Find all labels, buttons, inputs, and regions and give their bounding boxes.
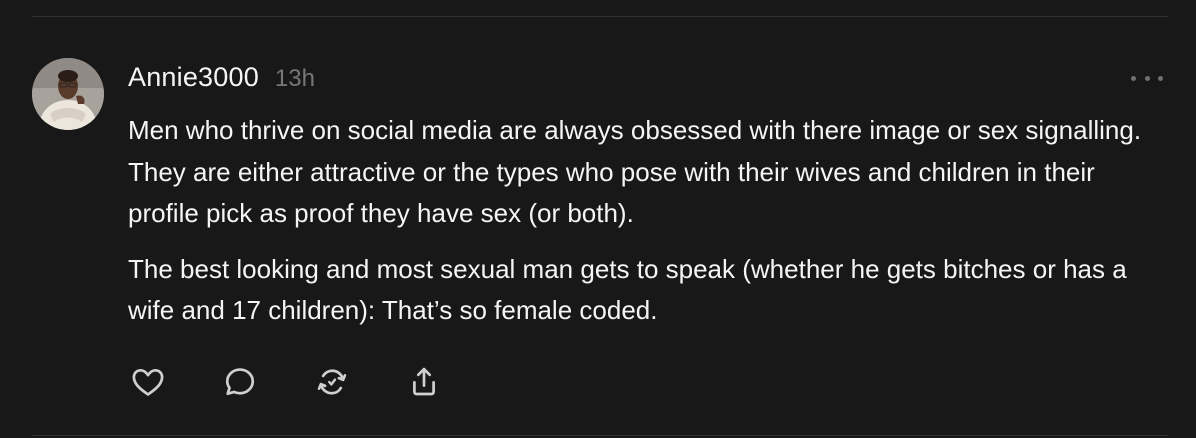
bottom-divider [32, 435, 1168, 436]
post-header: Annie3000 13h [128, 62, 315, 93]
share-icon [413, 367, 435, 396]
repost-icon [317, 369, 347, 395]
ellipsis-icon-dot [1131, 75, 1136, 81]
timestamp[interactable]: 13h [275, 65, 315, 93]
avatar[interactable] [32, 58, 104, 130]
heart-icon [132, 368, 164, 396]
post-body: Men who thrive on social media are alway… [128, 110, 1158, 346]
comment-icon [225, 368, 255, 396]
reply-button[interactable] [220, 362, 260, 402]
top-divider [32, 16, 1168, 17]
username[interactable]: Annie3000 [128, 62, 259, 93]
share-button[interactable] [404, 362, 444, 402]
repost-button[interactable] [312, 362, 352, 402]
thread-post: Annie3000 13h Men who thrive on social m… [0, 0, 1196, 438]
more-options-button[interactable] [1131, 68, 1163, 88]
ellipsis-icon-dot [1144, 75, 1150, 81]
post-actions [128, 362, 496, 402]
like-button[interactable] [128, 362, 168, 402]
profile-photo [32, 58, 104, 130]
ellipsis-icon-dot [1158, 75, 1163, 81]
post-paragraph: The best looking and most sexual man get… [128, 253, 1127, 326]
post-paragraph: Men who thrive on social media are alway… [128, 115, 1142, 228]
